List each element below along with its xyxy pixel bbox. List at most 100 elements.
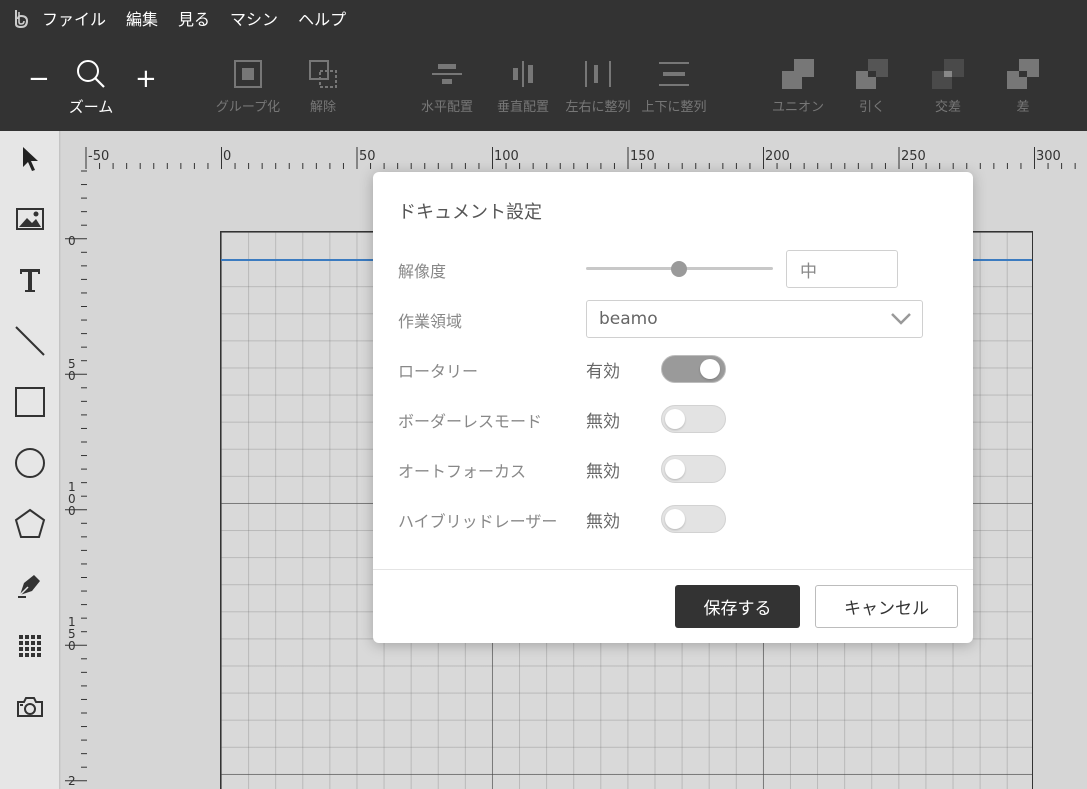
line-icon <box>15 326 45 356</box>
left-ruler: 0501001502 <box>65 170 87 788</box>
ellipse-tool[interactable] <box>10 443 50 483</box>
distribute-vertical-icon <box>657 54 691 94</box>
distribute-horizontal-label: 左右に整列 <box>565 100 631 115</box>
ruler-left-label: 2 <box>68 774 76 788</box>
workarea-select[interactable]: beamo <box>586 300 923 338</box>
distribute-horizontal-icon <box>583 54 613 94</box>
zoom-out-button[interactable]: − <box>28 66 50 92</box>
menu-machine[interactable]: マシン <box>230 6 278 30</box>
menu-help[interactable]: ヘルプ <box>298 6 346 30</box>
menu-edit[interactable]: 編集 <box>126 6 158 30</box>
align-vertical-button[interactable]: 垂直配置 <box>491 54 555 115</box>
distribute-horizontal-button[interactable]: 左右に整列 <box>560 54 636 115</box>
hybrid-laser-label: ハイブリッドレーザー <box>398 512 558 531</box>
top-ruler: -50 0 50 100 150 200 250 300 <box>85 147 1076 169</box>
subtract-label: 引く <box>858 100 885 115</box>
grid-array-tool[interactable] <box>10 626 50 666</box>
ungroup-icon <box>308 54 338 94</box>
resolution-slider-thumb[interactable] <box>671 261 687 277</box>
zoom-label: ズーム <box>68 98 114 116</box>
pen-tool[interactable] <box>10 565 50 605</box>
union-icon <box>780 54 816 94</box>
resolution-label: 解像度 <box>398 262 447 281</box>
camera-tool[interactable] <box>10 687 50 727</box>
text-icon <box>20 269 40 292</box>
ruler-top-label: 100 <box>494 149 519 164</box>
align-horizontal-label: 水平配置 <box>420 100 473 115</box>
borderless-label: ボーダーレスモード <box>398 412 543 431</box>
save-button[interactable]: 保存する <box>675 585 800 628</box>
ellipse-icon <box>15 448 45 478</box>
image-icon <box>16 208 44 230</box>
beam-studio-logo-icon <box>15 10 29 29</box>
select-tool[interactable] <box>10 139 50 179</box>
borderless-status: 無効 <box>586 412 620 432</box>
select-arrow-icon <box>23 147 38 171</box>
toggle-knob <box>665 409 685 429</box>
zoom-button[interactable]: ズーム <box>66 54 116 117</box>
ungroup-button[interactable]: 解除 <box>302 54 344 115</box>
resolution-input[interactable] <box>786 250 898 288</box>
group-button[interactable]: グループ化 <box>207 54 289 115</box>
rectangle-tool[interactable] <box>10 382 50 422</box>
menu-bar: ファイル 編集 見る マシン ヘルプ <box>0 0 1087 36</box>
rectangle-icon <box>15 387 45 417</box>
dialog-divider <box>373 569 973 570</box>
group-label: グループ化 <box>215 100 281 115</box>
difference-button[interactable]: 差 <box>1001 54 1045 115</box>
workarea-value: beamo <box>599 309 658 329</box>
align-horizontal-icon <box>430 54 464 94</box>
align-horizontal-button[interactable]: 水平配置 <box>415 54 479 115</box>
menu-file[interactable]: ファイル <box>42 6 106 30</box>
text-tool[interactable] <box>10 260 50 300</box>
workarea-label: 作業領域 <box>398 312 463 331</box>
menu-view[interactable]: 見る <box>178 6 210 30</box>
align-vertical-label: 垂直配置 <box>496 100 549 115</box>
distribute-vertical-label: 上下に整列 <box>641 100 707 115</box>
intersect-label: 交差 <box>934 100 961 115</box>
hybrid-laser-toggle[interactable] <box>661 505 726 533</box>
intersect-icon <box>930 54 966 94</box>
group-icon <box>233 54 263 94</box>
union-label: ユニオン <box>771 100 824 115</box>
rotary-toggle[interactable] <box>661 355 726 383</box>
toggle-knob <box>700 359 720 379</box>
difference-label: 差 <box>1016 100 1030 115</box>
ruler-top-label: 0 <box>223 149 231 164</box>
distribute-vertical-button[interactable]: 上下に整列 <box>636 54 712 115</box>
hybrid-laser-status: 無効 <box>586 512 620 532</box>
image-tool[interactable] <box>10 199 50 239</box>
autofocus-toggle[interactable] <box>661 455 726 483</box>
align-vertical-icon <box>506 54 540 94</box>
dialog-title: ドキュメント設定 <box>398 202 542 223</box>
pen-icon <box>18 575 40 598</box>
autofocus-status: 無効 <box>586 462 620 482</box>
camera-icon <box>17 697 43 717</box>
ruler-left-label: 0 <box>68 504 76 518</box>
rotary-status: 有効 <box>586 362 620 382</box>
borderless-toggle[interactable] <box>661 405 726 433</box>
toggle-knob <box>665 509 685 529</box>
line-tool[interactable] <box>10 321 50 361</box>
ruler-left-label: 0 <box>68 369 76 383</box>
ruler-top-label: 200 <box>765 149 790 164</box>
chevron-down-icon <box>891 313 911 325</box>
rotary-label: ロータリー <box>398 362 479 381</box>
toolbar: − ズーム + グループ化 解除 水平配置 垂直配置 左右に整列 上下に整列 ユ… <box>0 36 1087 131</box>
ruler-top-label: 150 <box>630 149 655 164</box>
polygon-tool[interactable] <box>10 504 50 544</box>
ruler-top-label: 250 <box>901 149 926 164</box>
cancel-button[interactable]: キャンセル <box>815 585 958 628</box>
ungroup-label: 解除 <box>309 100 336 115</box>
ruler-left-label: 0 <box>68 234 76 248</box>
ruler-top-label: 300 <box>1036 149 1061 164</box>
subtract-icon <box>854 54 890 94</box>
union-button[interactable]: ユニオン <box>766 54 830 115</box>
document-settings-dialog: ドキュメント設定 解像度 作業領域 beamo ロータリー 有効 ボーダーレスモ… <box>373 172 973 643</box>
intersect-button[interactable]: 交差 <box>926 54 970 115</box>
ruler-top-label: 50 <box>359 149 376 164</box>
zoom-in-button[interactable]: + <box>135 66 157 92</box>
ruler-top-label: -50 <box>88 149 109 164</box>
autofocus-label: オートフォーカス <box>398 462 527 481</box>
subtract-button[interactable]: 引く <box>850 54 894 115</box>
